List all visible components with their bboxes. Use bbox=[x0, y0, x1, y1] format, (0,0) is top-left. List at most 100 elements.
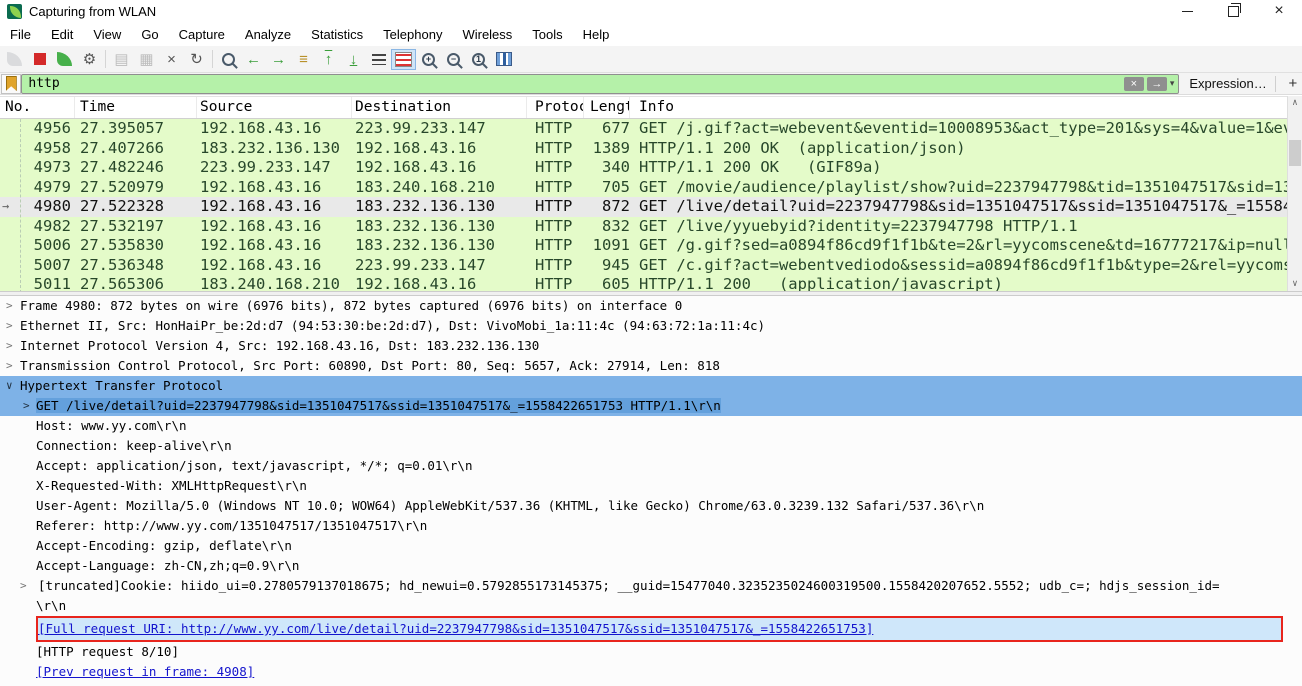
packet-list-header: No. Time Source Destination Protocol Len… bbox=[0, 96, 1302, 119]
detail-x-requested-with[interactable]: X-Requested-With: XMLHttpRequest\r\n bbox=[0, 476, 1302, 496]
table-row[interactable]: 4982 27.532197 192.168.43.16 183.232.136.13… bbox=[0, 216, 1302, 236]
expander-expanded-icon[interactable]: ∨ bbox=[6, 376, 13, 396]
wireshark-logo-icon bbox=[7, 3, 22, 19]
column-header-source[interactable]: Source bbox=[197, 97, 352, 118]
expander-icon[interactable]: > bbox=[6, 316, 13, 336]
table-row[interactable]: 5007 27.536348 192.168.43.16 223.99.233.147… bbox=[0, 255, 1302, 275]
detail-host[interactable]: Host: www.yy.com\r\n bbox=[0, 416, 1302, 436]
detail-request-line[interactable]: > GET /live/detail?uid=2237947798&sid=135… bbox=[0, 396, 1302, 416]
scrollbar-thumb[interactable] bbox=[1289, 140, 1301, 166]
detail-referer[interactable]: Referer: http://www.yy.com/1351047517/13… bbox=[0, 516, 1302, 536]
expander-icon[interactable]: > bbox=[6, 336, 13, 356]
go-forward-icon[interactable]: → bbox=[266, 49, 291, 70]
detail-ethernet[interactable]: > Ethernet II, Src: HonHaiPr_be:2d:d7 (94… bbox=[0, 316, 1302, 336]
go-to-packet-icon[interactable]: ≡ bbox=[291, 49, 316, 70]
column-header-time[interactable]: Time bbox=[75, 97, 197, 118]
full-request-uri-highlight[interactable]: [Full request URI: http://www.yy.com/liv… bbox=[36, 616, 1283, 642]
detail-prev-request-link[interactable]: [Prev request in frame: 4908] bbox=[0, 662, 1302, 682]
go-last-packet-icon[interactable]: ↓ bbox=[341, 49, 366, 70]
restore-button[interactable] bbox=[1210, 0, 1256, 22]
menu-wireless[interactable]: Wireless bbox=[452, 24, 522, 45]
expander-icon[interactable]: > bbox=[6, 356, 13, 376]
table-row-selected[interactable]: → 4980 27.522328 192.168.43.16 183.232.136.… bbox=[0, 197, 1302, 217]
close-button[interactable]: × bbox=[1256, 0, 1302, 22]
window-title: Capturing from WLAN bbox=[29, 3, 157, 19]
menu-go[interactable]: Go bbox=[131, 24, 168, 45]
auto-scroll-icon[interactable] bbox=[366, 49, 391, 70]
menu-analyze[interactable]: Analyze bbox=[235, 24, 301, 45]
detail-response-frame-link[interactable]: [Response in frame: 5020] bbox=[0, 682, 1302, 686]
menu-view[interactable]: View bbox=[83, 24, 131, 45]
table-row[interactable]: 4958 27.407266 183.232.136.130 192.168.43.1… bbox=[0, 138, 1302, 158]
add-filter-button[interactable]: + bbox=[1284, 75, 1302, 92]
scroll-up-icon[interactable]: ∧ bbox=[1288, 96, 1302, 110]
stop-capture-icon[interactable] bbox=[27, 49, 52, 70]
detail-accept[interactable]: Accept: application/json, text/javascrip… bbox=[0, 456, 1302, 476]
expression-button[interactable]: Expression… bbox=[1189, 76, 1266, 91]
detail-accept-language[interactable]: Accept-Language: zh-CN,zh;q=0.9\r\n bbox=[0, 556, 1302, 576]
detail-http-request-count[interactable]: [HTTP request 8/10] bbox=[0, 642, 1302, 662]
find-packet-icon[interactable] bbox=[216, 49, 241, 70]
menu-edit[interactable]: Edit bbox=[41, 24, 83, 45]
resize-columns-icon[interactable] bbox=[491, 49, 516, 70]
minimize-button[interactable] bbox=[1164, 0, 1210, 22]
detail-tcp[interactable]: > Transmission Control Protocol, Src Port… bbox=[0, 356, 1302, 376]
table-row[interactable]: 5006 27.535830 192.168.43.16 183.232.136.13… bbox=[0, 236, 1302, 256]
menu-file[interactable]: File bbox=[0, 24, 41, 45]
filter-apply-button[interactable]: → bbox=[1146, 76, 1167, 91]
column-header-no[interactable]: No. bbox=[0, 97, 75, 118]
filter-bookmark-button[interactable] bbox=[1, 73, 22, 94]
column-header-info[interactable]: Info bbox=[630, 97, 1302, 118]
detail-accept-encoding[interactable]: Accept-Encoding: gzip, deflate\r\n bbox=[0, 536, 1302, 556]
detail-crlf[interactable]: \r\n bbox=[0, 596, 1302, 616]
scroll-down-icon[interactable]: ∨ bbox=[1288, 277, 1302, 291]
expander-icon[interactable]: > bbox=[6, 296, 13, 316]
detail-ip[interactable]: > Internet Protocol Version 4, Src: 192.1… bbox=[0, 336, 1302, 356]
go-back-icon[interactable]: ← bbox=[241, 49, 266, 70]
menu-capture[interactable]: Capture bbox=[169, 24, 235, 45]
filter-bar: http × → ▾ Expression… + bbox=[0, 73, 1302, 95]
reload-icon[interactable]: ↻ bbox=[184, 49, 209, 70]
main-toolbar: ⚙ ▤ ▦ × ↻ ← → ≡ ↑ ↓ + − 1 bbox=[0, 46, 1302, 73]
menu-bar: File Edit View Go Capture Analyze Statis… bbox=[0, 22, 1302, 46]
column-header-protocol[interactable]: Protocol bbox=[527, 97, 584, 118]
detail-connection[interactable]: Connection: keep-alive\r\n bbox=[0, 436, 1302, 456]
expander-icon[interactable]: > bbox=[20, 576, 27, 596]
filter-input[interactable]: http × → ▾ bbox=[21, 73, 1180, 94]
detail-cookie[interactable]: > [truncated]Cookie: hiido_ui=0.278057913… bbox=[0, 576, 1302, 596]
filter-dropdown-icon[interactable]: ▾ bbox=[1170, 78, 1175, 89]
close-capture-icon[interactable]: × bbox=[159, 49, 184, 70]
start-capture-icon[interactable] bbox=[2, 49, 27, 70]
table-row[interactable]: 4979 27.520979 192.168.43.16 183.240.168.21… bbox=[0, 177, 1302, 197]
toolbar-separator bbox=[212, 50, 213, 68]
save-file-icon[interactable]: ▦ bbox=[134, 49, 159, 70]
detail-frame[interactable]: > Frame 4980: 872 bytes on wire (6976 bit… bbox=[0, 296, 1302, 316]
filter-clear-button[interactable]: × bbox=[1123, 76, 1144, 91]
packet-list-scrollbar[interactable]: ∧ ∨ bbox=[1287, 96, 1302, 291]
zoom-in-icon[interactable]: + bbox=[416, 49, 441, 70]
filter-separator bbox=[1274, 75, 1276, 92]
detail-user-agent[interactable]: User-Agent: Mozilla/5.0 (Windows NT 10.0… bbox=[0, 496, 1302, 516]
detail-http-selected[interactable]: ∨ Hypertext Transfer Protocol bbox=[0, 376, 1302, 396]
colorize-packets-icon[interactable] bbox=[391, 48, 416, 70]
column-header-length[interactable]: Length bbox=[584, 97, 630, 118]
capture-options-icon[interactable]: ⚙ bbox=[77, 49, 102, 70]
packet-rows: 4956 27.395057 192.168.43.16 223.99.233.147… bbox=[0, 119, 1302, 293]
menu-statistics[interactable]: Statistics bbox=[301, 24, 373, 45]
bookmark-icon bbox=[5, 76, 17, 91]
restore-icon bbox=[1227, 2, 1241, 17]
go-first-packet-icon[interactable]: ↑ bbox=[316, 49, 341, 70]
window-controls: × bbox=[1164, 0, 1302, 22]
full-request-uri-link[interactable]: [Full request URI: http://www.yy.com/liv… bbox=[38, 621, 873, 636]
menu-tools[interactable]: Tools bbox=[522, 24, 572, 45]
column-header-destination[interactable]: Destination bbox=[352, 97, 527, 118]
table-row[interactable]: 4956 27.395057 192.168.43.16 223.99.233.147… bbox=[0, 119, 1302, 139]
menu-help[interactable]: Help bbox=[573, 24, 620, 45]
open-file-icon[interactable]: ▤ bbox=[109, 49, 134, 70]
expander-icon[interactable]: > bbox=[23, 396, 30, 416]
restart-capture-icon[interactable] bbox=[52, 49, 77, 70]
zoom-reset-icon[interactable]: 1 bbox=[466, 49, 491, 70]
menu-telephony[interactable]: Telephony bbox=[373, 24, 452, 45]
zoom-out-icon[interactable]: − bbox=[441, 49, 466, 70]
table-row[interactable]: 4973 27.482246 223.99.233.147 192.168.43.16… bbox=[0, 158, 1302, 178]
